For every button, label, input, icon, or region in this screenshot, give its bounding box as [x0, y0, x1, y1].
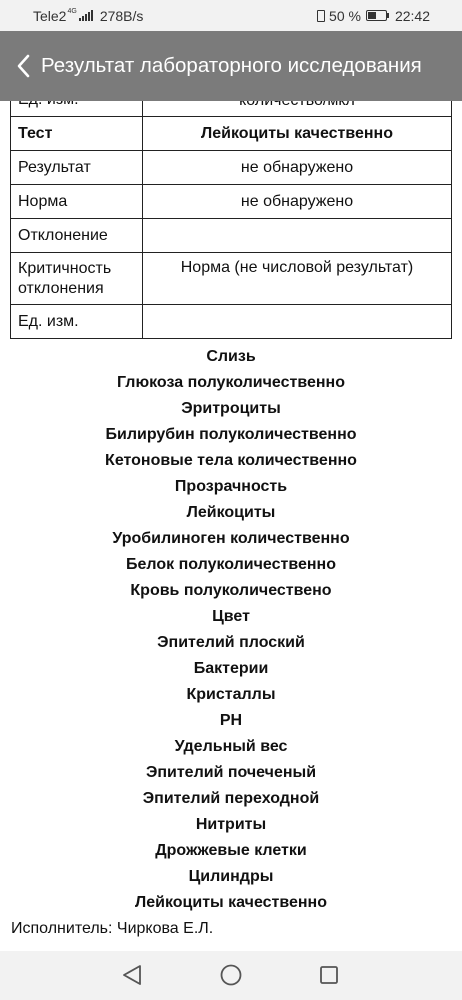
test-title: Бактерии: [193, 660, 269, 677]
test-title: Кристаллы: [186, 686, 276, 703]
row-value: Норма (не числовой результат): [142, 252, 452, 305]
back-triangle-icon[interactable]: [120, 963, 144, 987]
status-bar-left: Tele2 4G 278B/s: [33, 8, 143, 24]
recents-square-icon[interactable]: [317, 963, 341, 987]
table-row: Тест Лейкоциты качественно: [10, 116, 452, 151]
test-title: Эпителий переходной: [142, 790, 320, 807]
row-label: Норма: [10, 184, 143, 219]
row-value: количество/мкл: [142, 101, 452, 117]
home-circle-icon[interactable]: [219, 963, 243, 987]
test-title: Дрожжевые клетки: [155, 842, 307, 859]
test-title: Глюкоза полуколичественно: [117, 374, 345, 391]
test-title: PH: [219, 712, 243, 729]
result-content[interactable]: Ед. изм. количество/мкл Тест Лейкоциты к…: [0, 101, 462, 951]
result-table: Ед. изм. количество/мкл Тест Лейкоциты к…: [10, 101, 452, 339]
table-row: Ед. изм.: [10, 304, 452, 339]
system-nav-bar: [0, 951, 462, 1000]
table-row: Норма не обнаружено: [10, 184, 452, 219]
test-list: Слизь Глюкоза полуколичественно Эритроци…: [0, 344, 462, 916]
row-label: Тест: [10, 116, 143, 151]
test-title: Белок полуколичественно: [126, 556, 336, 573]
executor-name: Исполнитель: Чиркова Е.Л.: [11, 920, 214, 937]
carrier-name: Tele2: [33, 7, 67, 24]
test-title: Цвет: [212, 608, 250, 625]
test-title: Лейкоциты: [186, 504, 276, 521]
network-speed: 278B/s: [99, 7, 144, 24]
row-value: [142, 304, 452, 339]
test-title: Нитриты: [195, 816, 267, 833]
table-row: Ед. изм. количество/мкл: [10, 101, 452, 117]
row-label: Ед. изм.: [10, 304, 143, 339]
signal-icon: [78, 10, 93, 21]
test-title: Кетоновые тела количественно: [105, 452, 357, 469]
test-title: Кровь полуколичествено: [130, 582, 332, 599]
battery-icon: [365, 10, 389, 21]
test-title: Эпителий плоский: [157, 634, 305, 651]
row-label: Ед. изм.: [10, 101, 143, 117]
test-title: Эритроциты: [181, 400, 281, 417]
test-title: Билирубин полуколичественно: [105, 426, 357, 443]
test-title: Удельный вес: [174, 738, 288, 755]
row-value: Лейкоциты качественно: [142, 116, 452, 151]
battery-percent: 50 %: [329, 7, 361, 24]
table-row: Критичность отклонения Норма (не числово…: [10, 252, 452, 305]
network-type: 4G: [67, 8, 77, 15]
row-value: [142, 218, 452, 253]
status-bar-right: 50 % 22:42: [317, 8, 430, 24]
row-label: Результат: [10, 150, 143, 185]
test-title: Лейкоциты качественно: [135, 894, 327, 911]
vibrate-icon: [317, 9, 326, 22]
test-title: Слизь: [206, 348, 256, 365]
test-title: Цилиндры: [188, 868, 274, 885]
test-title: Эпителий почеченый: [145, 764, 317, 781]
table-row: Отклонение: [10, 218, 452, 253]
app-bar: Результат лабораторного исследования: [0, 31, 462, 101]
back-arrow-icon[interactable]: [16, 51, 38, 81]
row-value: не обнаружено: [142, 150, 452, 185]
row-label: Критичность отклонения: [10, 252, 143, 305]
page-title: Результат лабораторного исследования: [41, 54, 422, 77]
row-value: не обнаружено: [142, 184, 452, 219]
test-title: Прозрачность: [174, 478, 288, 495]
status-bar: Tele2 4G 278B/s 50 % 22:42: [0, 0, 462, 31]
clock: 22:42: [394, 7, 430, 24]
test-title: Уробилиноген количественно: [112, 530, 350, 547]
table-row: Результат не обнаружено: [10, 150, 452, 185]
row-label: Отклонение: [10, 218, 143, 253]
